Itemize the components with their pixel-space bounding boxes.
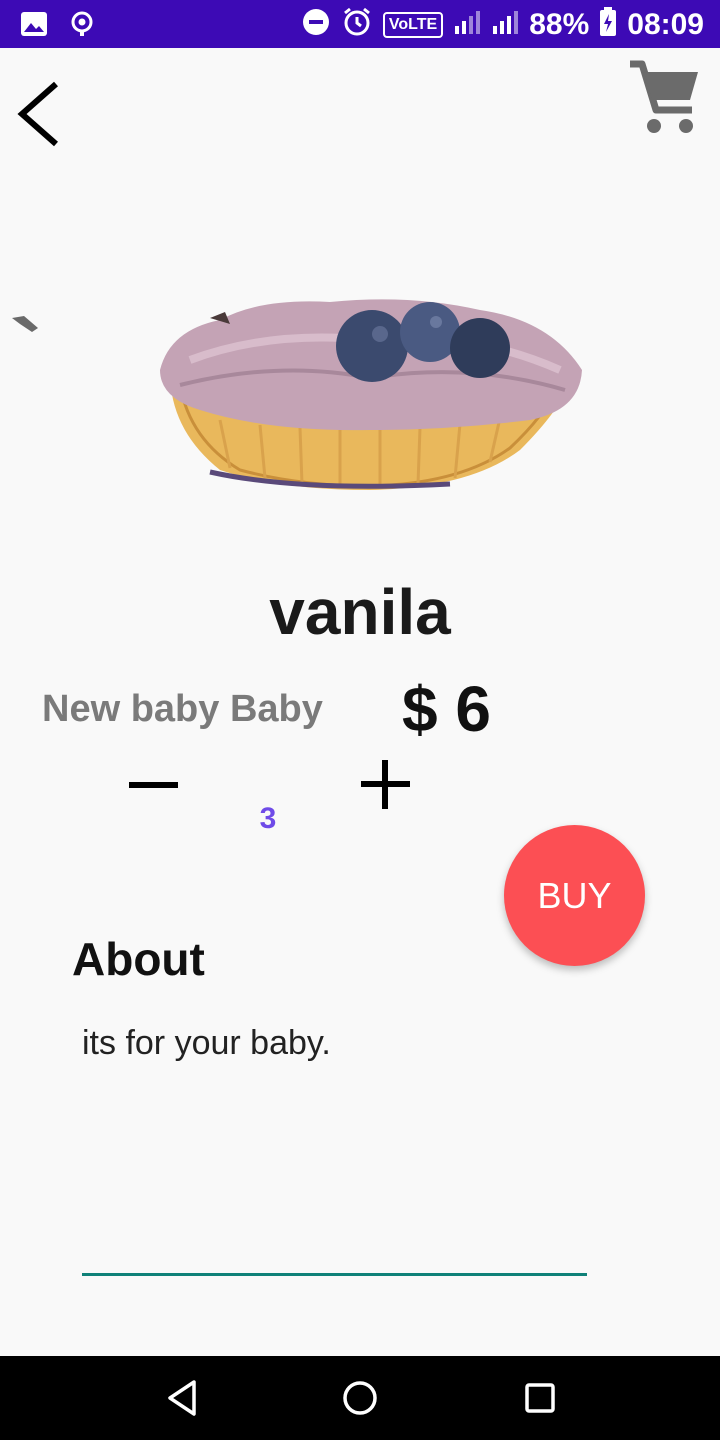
nav-recents-button[interactable] xyxy=(522,1380,558,1416)
dnd-icon xyxy=(301,7,331,42)
volte-badge: VoLTE xyxy=(382,11,444,38)
plus-icon xyxy=(361,760,410,809)
battery-percent: 88% xyxy=(529,7,590,41)
nav-back-button[interactable] xyxy=(164,1378,200,1418)
signal-icon-2 xyxy=(491,8,519,41)
quantity-value: 3 xyxy=(259,802,277,835)
signal-icon xyxy=(453,8,481,41)
cart-button[interactable] xyxy=(626,58,702,138)
battery-icon xyxy=(599,7,617,42)
nav-home-button[interactable] xyxy=(340,1376,380,1420)
crumb-decoration xyxy=(12,316,38,332)
alarm-icon xyxy=(341,6,373,43)
chevron-left-icon xyxy=(17,81,58,147)
gallery-icon xyxy=(20,11,48,42)
hotspot-icon xyxy=(68,10,96,43)
shopping-cart-icon xyxy=(630,60,698,133)
navigation-bar xyxy=(0,1356,720,1440)
about-text: its for your baby. xyxy=(82,1024,331,1062)
increase-quantity-button[interactable] xyxy=(356,752,416,816)
about-heading: About xyxy=(72,933,205,985)
minus-icon xyxy=(129,782,178,788)
cupcake-image xyxy=(160,299,582,490)
product-price: $ 6 xyxy=(402,673,491,745)
product-subtitle: New baby Baby xyxy=(42,688,323,730)
circle-home-icon xyxy=(343,1381,377,1415)
clock: 08:09 xyxy=(627,7,704,41)
triangle-back-icon xyxy=(168,1380,196,1416)
decrease-quantity-button[interactable] xyxy=(124,756,184,816)
back-button[interactable] xyxy=(10,72,70,156)
status-bar: VoLTE 88% 08:09 xyxy=(0,0,720,48)
square-recents-icon xyxy=(525,1383,555,1413)
buy-button[interactable]: BUY xyxy=(504,825,645,966)
input-underline[interactable] xyxy=(82,1273,587,1276)
product-name: vanila xyxy=(269,576,451,648)
